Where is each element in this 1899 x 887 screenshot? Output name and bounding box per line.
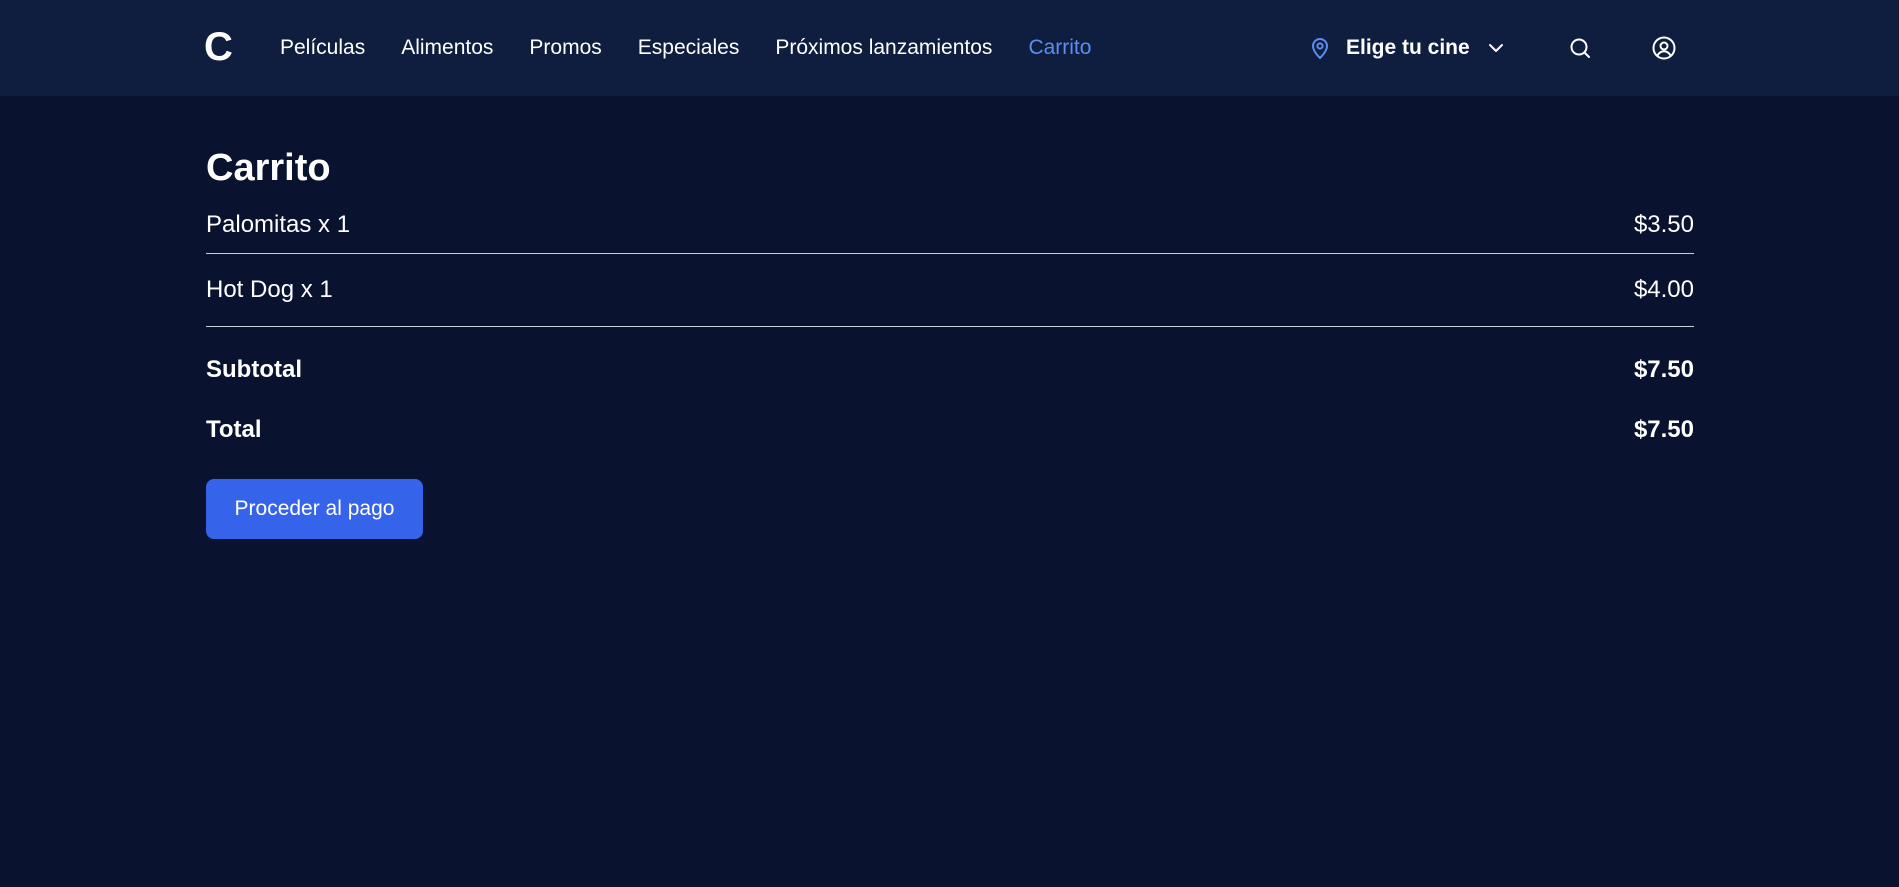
logo[interactable]: C [204, 22, 233, 72]
search-icon[interactable] [1566, 34, 1594, 62]
cart-section: Carrito Palomitas x 1 $3.50 Hot Dog x 1 … [206, 140, 1694, 539]
cinema-selector[interactable]: Elige tu cine [1308, 0, 1506, 96]
cart-item: Palomitas x 1 $3.50 [206, 196, 1694, 254]
checkout-button[interactable]: Proceder al pago [206, 479, 423, 539]
subtotal-row: Subtotal $7.50 [206, 340, 1694, 400]
subtotal-value: $7.50 [1633, 356, 1694, 383]
nav-item-promos[interactable]: Promos [529, 36, 601, 60]
nav-item-peliculas[interactable]: Películas [280, 36, 365, 60]
page-title: Carrito [206, 147, 331, 189]
top-navigation-bar: C Películas Alimentos Promos Especiales … [0, 0, 1899, 96]
nav-item-proximos-lanzamientos[interactable]: Próximos lanzamientos [775, 36, 992, 60]
total-label: Total [206, 416, 262, 443]
cart-item-price: $4.00 [1633, 276, 1694, 303]
total-row: Total $7.50 [206, 400, 1694, 460]
cart-item: Hot Dog x 1 $4.00 [206, 254, 1694, 327]
nav-item-especiales[interactable]: Especiales [638, 36, 740, 60]
nav-item-alimentos[interactable]: Alimentos [401, 36, 493, 60]
main-nav: Películas Alimentos Promos Especiales Pr… [280, 0, 1127, 96]
total-value: $7.50 [1633, 416, 1694, 443]
cart-item-name: Hot Dog x 1 [206, 276, 333, 303]
user-circle-icon[interactable] [1650, 34, 1678, 62]
nav-item-carrito[interactable]: Carrito [1028, 36, 1091, 60]
cart-item-name: Palomitas x 1 [206, 210, 351, 238]
location-pin-icon [1308, 36, 1332, 60]
cinema-selector-label: Elige tu cine [1346, 36, 1470, 59]
chevron-down-icon [1486, 38, 1506, 58]
cart-item-price: $3.50 [1633, 210, 1694, 238]
subtotal-label: Subtotal [206, 356, 302, 383]
